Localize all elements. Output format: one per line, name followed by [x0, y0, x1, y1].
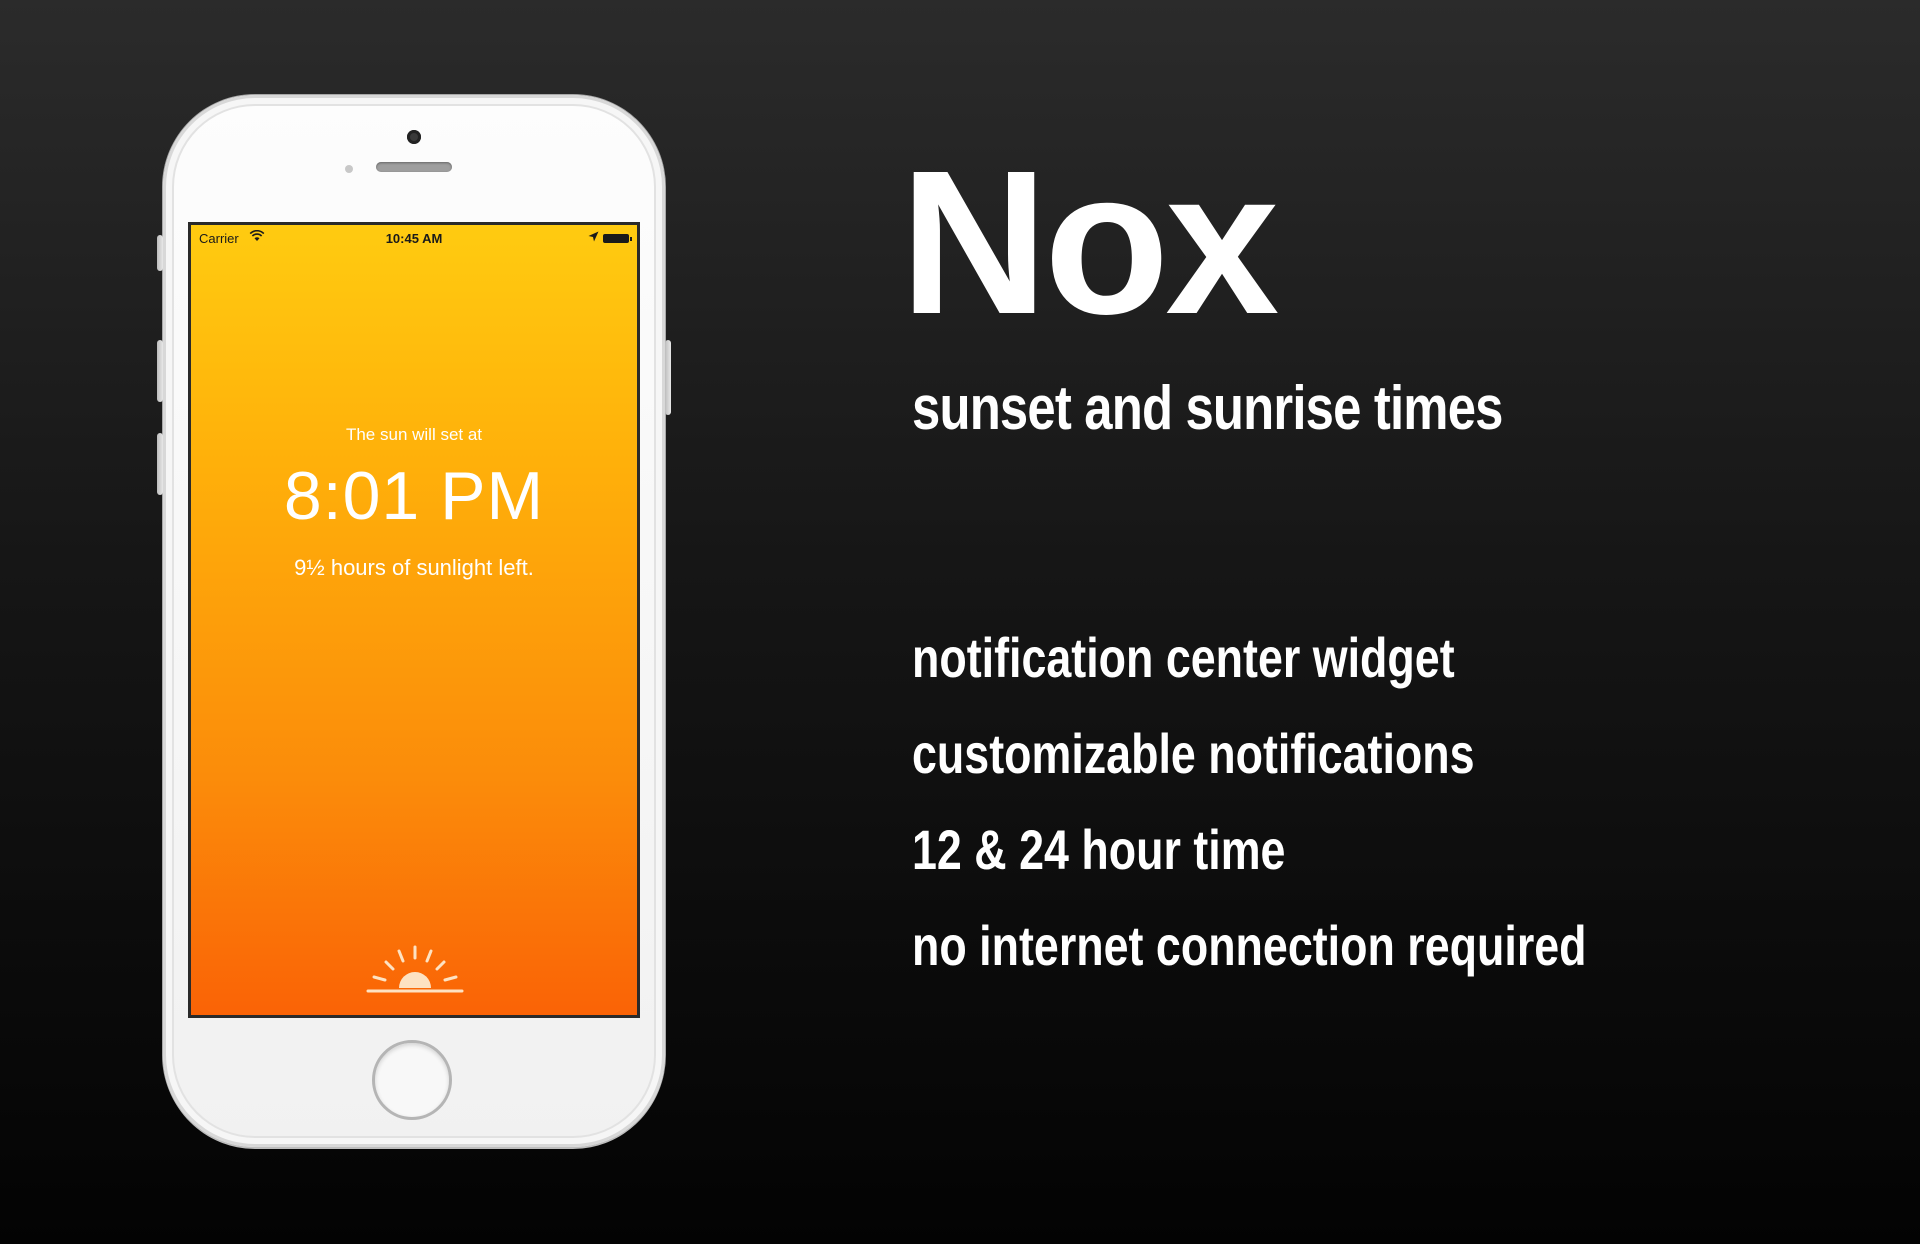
earpiece-speaker: [376, 162, 452, 172]
sun-rays-icon[interactable]: [366, 945, 464, 995]
sunset-time: 8:01 PM: [283, 458, 545, 534]
front-camera: [407, 130, 421, 144]
location-icon: [588, 231, 599, 242]
iphone-mockup: Carrier 10:45 AM The sun will set at 8:0…: [157, 95, 671, 1147]
sunlight-remaining: 9½ hours of sunlight left.: [294, 555, 534, 580]
feature-list: notification center widget customizable …: [912, 630, 1755, 1014]
power-button: [665, 340, 671, 415]
feature-item: 12 & 24 hour time: [912, 818, 1286, 881]
app-subtitle: sunset and sunrise times: [912, 374, 1503, 443]
volume-up-button: [157, 340, 163, 402]
feature-item: customizable notifications: [912, 722, 1475, 785]
status-time: 10:45 AM: [385, 231, 443, 246]
status-bar: Carrier 10:45 AM: [191, 225, 637, 249]
battery-icon: [603, 234, 632, 243]
feature-item: notification center widget: [912, 626, 1455, 689]
phone-screen: Carrier 10:45 AM The sun will set at 8:0…: [188, 222, 640, 1018]
feature-item: no internet connection required: [912, 914, 1587, 977]
home-button[interactable]: [372, 1040, 452, 1120]
proximity-sensor: [345, 165, 353, 173]
sunset-caption: The sun will set at: [345, 425, 483, 444]
app-title: Nox: [900, 128, 1279, 357]
mute-switch: [157, 235, 163, 271]
volume-down-button: [157, 433, 163, 495]
